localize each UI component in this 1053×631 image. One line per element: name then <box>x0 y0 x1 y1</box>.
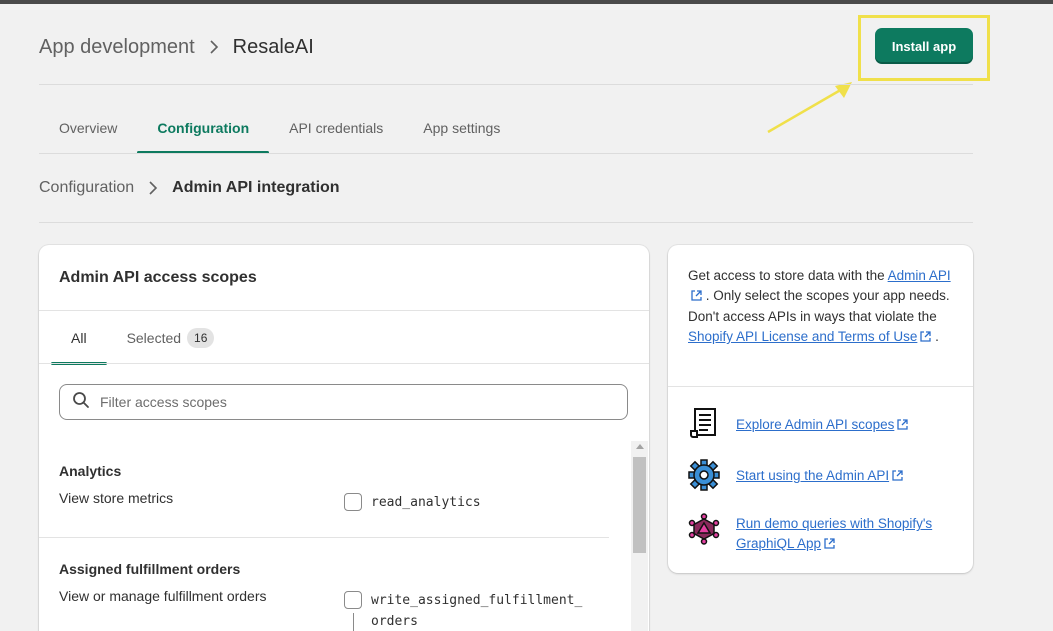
main-tabs: Overview Configuration API credentials A… <box>39 104 520 154</box>
scope-group-title: Analytics <box>59 463 122 479</box>
chevron-right-icon <box>209 40 219 54</box>
breadcrumb-app-development[interactable]: App development <box>39 36 195 59</box>
access-scopes-title: Admin API access scopes <box>59 269 257 286</box>
filter-scopes-field[interactable] <box>59 384 628 420</box>
scope-group-title: Assigned fulfillment orders <box>59 561 241 577</box>
search-icon <box>72 391 90 414</box>
tab-selected-label: Selected <box>126 330 182 346</box>
tab-selected[interactable]: Selected 16 <box>107 311 235 365</box>
graphiql-icon <box>688 513 720 545</box>
header-divider <box>39 84 973 85</box>
scope-name: write_assigned_fulfillment_ <box>371 593 583 608</box>
external-link-icon <box>892 467 903 487</box>
page-title: ResaleAI <box>232 35 314 58</box>
admin-api-info-card: Get access to store data with the Admin … <box>668 245 973 573</box>
access-scopes-card: Admin API access scopes All Selected 16 … <box>39 245 649 631</box>
info-text-1: Get access to store data with the <box>688 268 888 283</box>
explore-admin-api-scopes-link[interactable]: Explore Admin API scopes <box>736 415 956 436</box>
section-title: Admin API integration <box>172 179 340 196</box>
breadcrumb-configuration[interactable]: Configuration <box>39 179 134 197</box>
write-assigned-fulfillment-orders-checkbox[interactable] <box>344 591 362 609</box>
scrollbar-thumb[interactable] <box>633 457 646 553</box>
section-divider <box>39 222 973 223</box>
resource-explore-scopes: Explore Admin API scopes <box>688 407 956 439</box>
tree-connector-line <box>353 613 354 631</box>
sub-breadcrumb: Configuration Admin API integration <box>39 176 340 200</box>
info-paragraph: Get access to store data with the Admin … <box>688 266 958 348</box>
start-using-admin-api-link[interactable]: Start using the Admin API <box>736 466 956 487</box>
scope-tabs: All Selected 16 <box>51 311 234 365</box>
tab-app-settings[interactable]: App settings <box>403 104 520 154</box>
info-text-3: . <box>931 329 939 344</box>
info-text-2: . Only select the scopes your app needs.… <box>688 288 950 324</box>
tab-all[interactable]: All <box>51 311 107 365</box>
external-link-icon <box>824 535 835 555</box>
resource-label: Explore Admin API scopes <box>736 417 895 432</box>
resource-graphiql: Run demo queries with Shopify's GraphiQL… <box>688 513 956 555</box>
resource-label: Start using the Admin API <box>736 468 890 483</box>
tab-api-credentials[interactable]: API credentials <box>269 104 403 154</box>
gear-icon <box>688 459 720 491</box>
external-link-icon <box>691 287 702 307</box>
tab-all-label: All <box>71 330 87 346</box>
read-analytics-checkbox[interactable] <box>344 493 362 511</box>
scope-name: read_analytics <box>371 495 481 510</box>
scope-name-continued: orders <box>371 614 418 629</box>
scroll-icon <box>688 407 720 439</box>
tab-overview[interactable]: Overview <box>39 104 137 154</box>
install-app-button[interactable]: Install app <box>875 28 973 64</box>
resource-start-admin-api: Start using the Admin API <box>688 459 956 491</box>
run-demo-queries-link[interactable]: Run demo queries with Shopify's GraphiQL… <box>736 514 956 555</box>
external-link-icon <box>897 416 908 436</box>
tab-configuration[interactable]: Configuration <box>137 104 269 154</box>
chevron-right-icon <box>148 181 158 195</box>
tabs-divider <box>39 363 649 364</box>
card-divider <box>668 386 973 387</box>
scope-group-description: View or manage fulfillment orders <box>59 588 267 604</box>
filter-scopes-input[interactable] <box>100 394 627 410</box>
selected-count-badge: 16 <box>187 328 215 348</box>
tabs-divider <box>39 153 973 154</box>
api-license-link[interactable]: Shopify API License and Terms of Use <box>688 329 932 344</box>
scroll-up-arrow-icon[interactable] <box>636 444 644 449</box>
page-breadcrumb: App development ResaleAI <box>39 32 314 62</box>
scope-divider <box>39 537 609 538</box>
api-license-link-label: Shopify API License and Terms of Use <box>688 329 918 344</box>
external-link-icon <box>920 328 932 348</box>
scope-group-description: View store metrics <box>59 490 174 506</box>
admin-api-link-label: Admin API <box>887 268 951 283</box>
